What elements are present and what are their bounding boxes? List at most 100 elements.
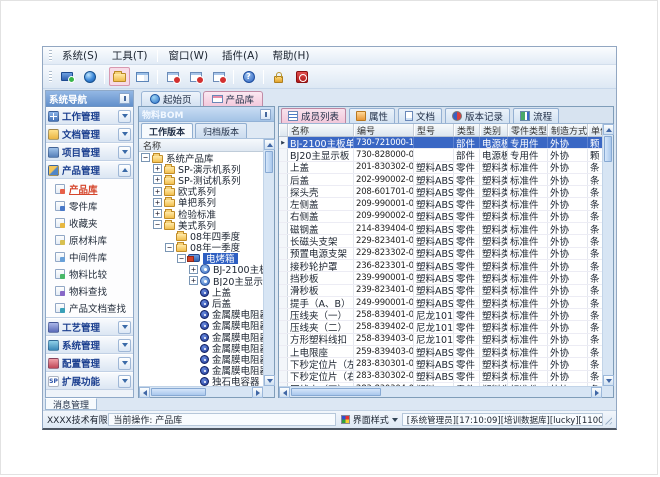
tree-node[interactable]: 金属膜电阻器	[139, 309, 263, 320]
sidebar-item[interactable]: 物料比较	[46, 265, 133, 282]
table-row[interactable]: 压线夹（一） 258-839401-00X 尼龙1010 零件 塑料类 标准件 …	[279, 309, 613, 321]
version-tab[interactable]: 归档版本	[195, 123, 247, 138]
table-row[interactable]: 挡秒板 239-990001-01X 塑料ABS 零件 塑料类 标准件 外协 条	[279, 272, 613, 284]
scrollbar-thumb[interactable]	[291, 388, 381, 396]
table-row[interactable]: 下秒定位片（左） 283-830301-00X 塑料ABS 零件 塑料类 标准件…	[279, 358, 613, 370]
menu-item[interactable]: 系统(S)	[55, 47, 105, 64]
window-folder-icon[interactable]	[109, 67, 130, 86]
detail-tab[interactable]: 流程	[513, 108, 559, 123]
tree-node[interactable]: SP-测试机系列	[139, 174, 263, 185]
scrollbar-thumb[interactable]	[265, 151, 273, 173]
chevron-icon[interactable]	[118, 339, 131, 352]
sidebar-group-header[interactable]: 工艺管理	[46, 318, 133, 336]
window-grid-icon[interactable]	[132, 67, 153, 86]
tree-node[interactable]: 金属膜电阻器	[139, 365, 263, 376]
resize-grip[interactable]	[603, 415, 612, 425]
table-row[interactable]: 压线夹（二） 258-839402-00X 尼龙1010 零件 塑料类 标准件 …	[279, 321, 613, 333]
detail-tab[interactable]: 属性	[349, 108, 395, 123]
scroll-left-icon[interactable]	[143, 390, 147, 396]
tree-node[interactable]: SP-演示机系列	[139, 163, 263, 174]
scroll-right-icon[interactable]	[595, 390, 599, 396]
toolbar-icon[interactable]	[104, 70, 105, 84]
detail-tab[interactable]: 文档	[398, 108, 442, 123]
expander-icon[interactable]	[153, 187, 162, 196]
toolbar-grip[interactable]	[49, 71, 52, 82]
sidebar-item[interactable]: 零件库	[46, 197, 133, 214]
expander-icon[interactable]	[153, 175, 162, 184]
sidebar-item[interactable]: 产品文档查找	[46, 299, 133, 316]
detail-tab[interactable]: 成员列表	[281, 108, 346, 123]
tree-node[interactable]: 独石电容器	[139, 376, 263, 386]
menubar-grip[interactable]	[49, 50, 52, 61]
message-manager-tab[interactable]: 消息管理	[45, 398, 97, 410]
column-header[interactable]: 名称	[288, 124, 354, 136]
expander-icon[interactable]	[189, 265, 198, 274]
scroll-down-icon[interactable]	[267, 379, 273, 383]
tree-node[interactable]: 电烤箱	[139, 253, 263, 264]
sidebar-group-header[interactable]: 文档管理	[46, 125, 133, 143]
chevron-icon[interactable]	[118, 375, 131, 388]
scroll-up-icon[interactable]	[267, 143, 273, 147]
column-header[interactable]: 编号	[354, 124, 414, 136]
sidebar-group-header[interactable]: 产品管理	[46, 161, 133, 179]
tree-column-header[interactable]: 名称	[139, 139, 263, 152]
pin-icon[interactable]	[119, 93, 130, 104]
tree-node[interactable]: 金属膜电阻器	[139, 353, 263, 364]
table-row[interactable]: 接秒轮护罩 236-823301-00X 塑料ABS 零件 塑料类 标准件 外协…	[279, 260, 613, 272]
table-row[interactable]: 上电限座 259-839403-00X 塑料ABS 零件 塑料类 标准件 外协 …	[279, 346, 613, 358]
tree-node[interactable]: 后盖	[139, 297, 263, 308]
tree-node[interactable]: BJ-2100主板单点	[139, 264, 263, 275]
chevron-icon[interactable]	[118, 164, 131, 177]
table-row[interactable]: 探头壳 208-601701-01X 塑料ABS 零件 塑料类 标准件 外协 条	[279, 186, 613, 198]
sidebar-group-header[interactable]: 配置管理	[46, 354, 133, 372]
menu-item[interactable]: 插件(A)	[215, 47, 265, 64]
screen-icon[interactable]	[56, 67, 77, 86]
expander-icon[interactable]	[189, 276, 198, 285]
chevron-icon[interactable]	[118, 110, 131, 123]
table-row[interactable]: 磁钢盖 214-839404-01X 塑料ABS 零件 塑料类 标准件 外协 条	[279, 223, 613, 235]
detail-tab[interactable]: 版本记录	[445, 108, 510, 123]
sidebar-item[interactable]: 物料查找	[46, 282, 133, 299]
toolbar-icon[interactable]	[263, 70, 264, 84]
sidebar-group-header[interactable]: 项目管理	[46, 143, 133, 161]
window-badge-red-icon[interactable]	[208, 67, 229, 86]
sidebar-group-header[interactable]: 工作管理	[46, 107, 133, 125]
expander-icon[interactable]	[153, 164, 162, 173]
expander-icon[interactable]	[141, 153, 150, 162]
expander-icon[interactable]	[153, 209, 162, 218]
scroll-left-icon[interactable]	[283, 390, 287, 396]
scroll-up-icon[interactable]	[606, 128, 612, 132]
tree-horizontal-scrollbar[interactable]	[139, 386, 263, 397]
scrollbar-thumb[interactable]	[604, 136, 612, 162]
toolbar-icon[interactable]	[157, 70, 158, 84]
sidebar-item[interactable]: 中间件库	[46, 248, 133, 265]
tree-node[interactable]: 美式系列	[139, 219, 263, 230]
tree-node[interactable]: 单把系列	[139, 197, 263, 208]
ui-style-dropdown[interactable]: 界面样式	[341, 413, 398, 426]
scrollbar-thumb[interactable]	[151, 388, 206, 396]
tree-node[interactable]: 08年四季度	[139, 230, 263, 241]
column-header[interactable]: 型号	[414, 124, 454, 136]
table-row[interactable]: 上盖 201-830302-00X 塑料ABS 零件 塑料类 标准件 外协 条	[279, 162, 613, 174]
document-tab[interactable]: 产品库	[203, 91, 264, 106]
sidebar-group-header[interactable]: 扩展功能	[46, 372, 133, 390]
globe-icon[interactable]	[79, 67, 100, 86]
tree-node[interactable]: BJ20主显示板	[139, 275, 263, 286]
tree-node[interactable]: 上盖	[139, 286, 263, 297]
chevron-icon[interactable]	[118, 128, 131, 141]
column-header[interactable]: 零件类型	[508, 124, 548, 136]
column-header[interactable]: 类别	[480, 124, 508, 136]
column-header[interactable]: 制造方式	[548, 124, 588, 136]
scroll-right-icon[interactable]	[256, 390, 260, 396]
table-row[interactable]: 方形塑料线扣 258-839403-00X 尼龙1010 零件 塑料类 标准件 …	[279, 334, 613, 346]
table-row[interactable]: 下秒定位片（右） 283-830302-00X 塑料ABS 零件 塑料类 标准件…	[279, 371, 613, 383]
tree-vertical-scrollbar[interactable]	[263, 139, 274, 386]
table-vertical-scrollbar[interactable]	[602, 124, 613, 386]
expander-icon[interactable]	[153, 198, 162, 207]
help-icon[interactable]	[238, 67, 259, 86]
pin-icon[interactable]	[260, 109, 271, 120]
table-row[interactable]: 提手（A、B） 249-990001-01X 塑料ABS 零件 塑料类 标准件 …	[279, 297, 613, 309]
chevron-icon[interactable]	[118, 357, 131, 370]
sidebar-item[interactable]: 原材料库	[46, 231, 133, 248]
tree-node[interactable]: 系统产品库	[139, 152, 263, 163]
